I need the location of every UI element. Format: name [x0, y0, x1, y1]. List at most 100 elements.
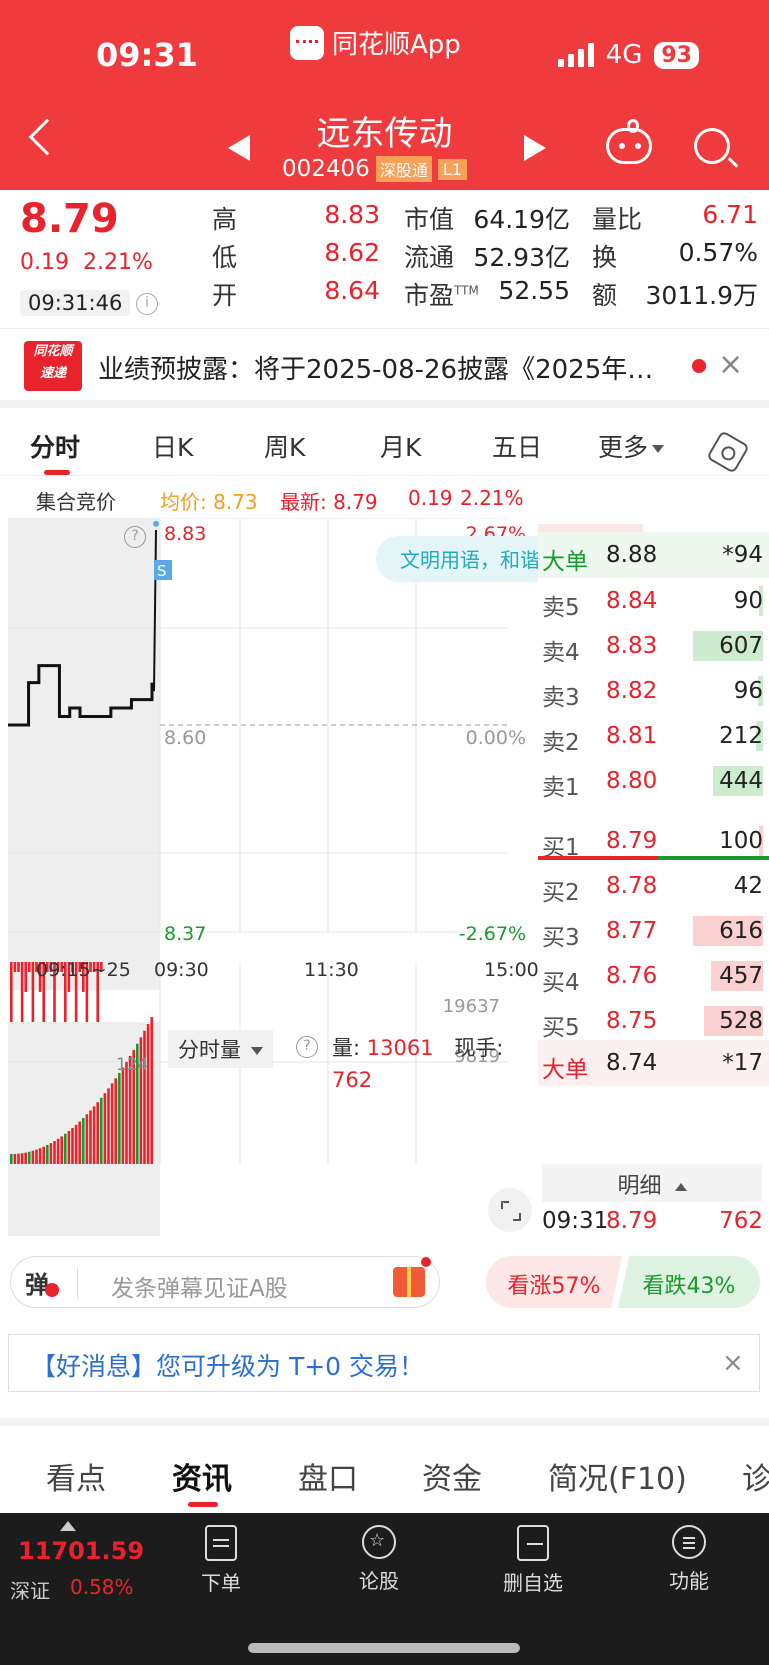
tab-orderbook[interactable]: 盘口 — [298, 1454, 358, 1498]
gift-icon[interactable] — [393, 1257, 431, 1297]
level-price: 8.76 — [606, 963, 658, 989]
volume-label: 量: — [332, 1036, 361, 1060]
avg-price: 均价: 8.73 — [160, 490, 258, 514]
function-button[interactable]: 功能 — [644, 1525, 734, 1594]
info-icon[interactable]: i — [136, 293, 158, 315]
index-value[interactable]: 11701.59 — [18, 1537, 144, 1565]
notice-bar[interactable]: 同花顺 速递 业绩预披露：将于2025-08-26披露《2025年半年度报告》 … — [0, 328, 769, 400]
remove-watchlist-button[interactable]: 删自选 — [488, 1525, 578, 1596]
tab-weekly-k[interactable]: 周K — [264, 428, 305, 464]
volume-bar — [89, 1110, 92, 1164]
tab-highlights[interactable]: 看点 — [46, 1454, 106, 1498]
tab-news[interactable]: 资讯 — [172, 1454, 232, 1498]
open-value: 8.64 — [324, 276, 380, 305]
order-button[interactable]: 下单 — [176, 1525, 266, 1596]
change-pct: 2.21% — [82, 250, 153, 275]
divider — [0, 1418, 769, 1426]
tab-fund[interactable]: 资金 — [422, 1454, 482, 1498]
volume-help-icon[interactable]: ? — [296, 1036, 318, 1058]
level-volume: 528 — [719, 1008, 763, 1034]
tab-intraday[interactable]: 分时 — [30, 428, 80, 464]
settings-icon[interactable] — [706, 430, 750, 474]
bottom-bar: 11701.59 深证 0.58% 下单 论股 删自选 功能 — [0, 1513, 769, 1665]
robot-assistant-icon[interactable] — [606, 119, 652, 164]
good-news-banner[interactable]: 【好消息】您可升级为 T+0 交易！ — [8, 1334, 760, 1392]
express-logo-line1: 同花顺 — [33, 344, 73, 359]
detail-time: 09:31 — [542, 1208, 609, 1234]
volume-bar — [46, 1145, 49, 1164]
volume-bar — [60, 1136, 63, 1164]
tab-more[interactable]: 更多 — [598, 428, 665, 464]
tab-diagnosis[interactable]: 诊 — [742, 1454, 769, 1498]
order-label: 下单 — [201, 1571, 241, 1595]
notice-close-button[interactable]: × — [718, 347, 743, 382]
danmu-separator — [77, 1267, 78, 1299]
vol-max-label: 19637 — [443, 996, 500, 1017]
level-volume: 616 — [719, 918, 763, 944]
mktcap-label: 市值 — [404, 205, 455, 234]
quote-time: 09:31:46 — [20, 290, 131, 316]
pe-ttm-sup: TTM — [454, 283, 479, 298]
pe-label-text: 市盈 — [404, 281, 455, 310]
volume-bar — [146, 1024, 150, 1164]
volume-bar — [64, 1133, 67, 1164]
volume-bar — [74, 1124, 78, 1164]
volume-bar — [71, 1127, 74, 1164]
volume-bar — [35, 1149, 38, 1164]
level-price: 8.78 — [606, 873, 658, 899]
index-expand-icon[interactable] — [60, 1521, 76, 1531]
level-volume: 457 — [719, 963, 763, 989]
volume-bar — [28, 1151, 31, 1164]
order-icon — [205, 1525, 237, 1561]
tab-daily-k[interactable]: 日K — [152, 428, 193, 464]
level-price: 8.77 — [606, 918, 658, 944]
vote-bear-button[interactable]: 看跌43% — [618, 1256, 760, 1308]
detail-price: 8.79 — [606, 1208, 658, 1234]
chevron-up-icon — [674, 1183, 687, 1191]
pe-value: 52.55 — [498, 276, 570, 305]
quote-panel: 8.79 0.19 2.21% 09:31:46 i 高 8.83 低 8.62… — [0, 190, 769, 326]
volume-bar — [107, 1088, 110, 1164]
now-hand-value: 762 — [332, 1068, 373, 1092]
volume-bar — [114, 1078, 117, 1164]
session-price-line — [153, 529, 157, 692]
x-label-close: 15:00 — [484, 959, 538, 981]
bid-row: 买4 8.76 457 — [538, 953, 769, 999]
level-label: 大单 — [542, 1057, 588, 1083]
index-name: 深证 — [10, 1579, 50, 1603]
danmu-input[interactable]: 弹 发条弹幕见证A股 — [10, 1256, 440, 1308]
tab-indicator — [44, 470, 70, 475]
mid-pct-label: 0.00% — [466, 727, 526, 749]
expand-icon[interactable] — [488, 1188, 532, 1232]
chart-info-row: 集合竞价 均价: 8.73 最新: 8.79 0.19 2.21% — [0, 482, 769, 516]
tab-f10[interactable]: 简况(F10) — [548, 1454, 687, 1498]
amount-value: 3011.9万 — [645, 281, 758, 310]
volume-type-select[interactable]: 分时量 — [168, 1030, 273, 1068]
level-label: 卖3 — [542, 685, 580, 711]
level-volume: 100 — [719, 828, 763, 854]
level-price: 8.81 — [606, 723, 658, 749]
pre-vol-label: 124 — [116, 1055, 148, 1075]
divider — [0, 400, 769, 408]
tab-five-day[interactable]: 五日 — [492, 428, 542, 464]
current-price: 8.79 — [20, 196, 119, 242]
tab-monthly-k[interactable]: 月K — [380, 428, 421, 464]
good-news-close-button[interactable]: × — [722, 1348, 744, 1378]
notice-text[interactable]: 业绩预披露：将于2025-08-26披露《2025年半年度报告》 — [98, 349, 668, 386]
level-volume: 42 — [733, 873, 763, 899]
ask-row: 卖2 8.81 212 — [538, 713, 769, 759]
volume-bar — [17, 1153, 20, 1164]
intraday-chart[interactable]: 8.83 2.67% 8.60 0.00% 8.37 -2.67% 09:15~… — [8, 518, 538, 1238]
bid-row: 买2 8.78 42 — [538, 863, 769, 909]
help-icon[interactable]: ? — [124, 526, 146, 548]
auction-volume-bar — [10, 962, 13, 1022]
stock-name: 远东传动 — [316, 114, 453, 154]
volume-bar — [56, 1138, 60, 1164]
volume-bar — [82, 1118, 85, 1164]
detail-header[interactable]: 明细 — [542, 1164, 762, 1202]
search-icon[interactable] — [694, 128, 730, 164]
vote-bull-button[interactable]: 看涨57% — [486, 1256, 622, 1308]
discuss-button[interactable]: 论股 — [334, 1525, 424, 1594]
volume-label-wrap: 量: 13061 现手: — [332, 1032, 503, 1062]
s-marker-label: S — [157, 562, 167, 580]
